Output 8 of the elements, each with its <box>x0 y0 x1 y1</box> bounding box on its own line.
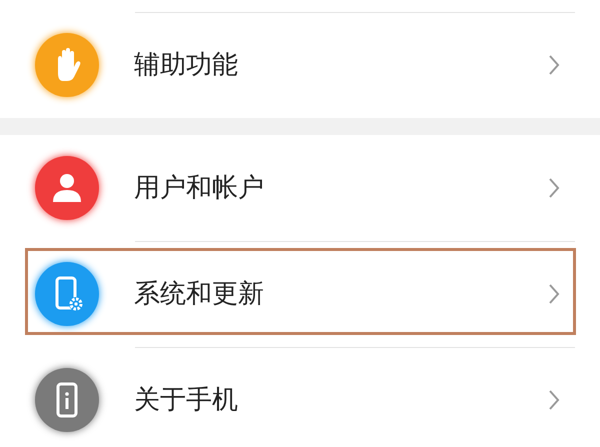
chevron-right-icon <box>548 177 560 199</box>
menu-item-label[interactable]: 辅助功能 <box>134 46 548 84</box>
chevron-right-icon <box>548 54 560 76</box>
menu-item-label[interactable]: 关于手机 <box>134 380 548 420</box>
menu-item-label[interactable]: 系统和更新 <box>134 274 548 314</box>
chevron-right-icon <box>548 389 560 411</box>
menu-item-label[interactable]: 用户和帐户 <box>134 168 548 208</box>
chevron-right-icon <box>548 283 560 305</box>
